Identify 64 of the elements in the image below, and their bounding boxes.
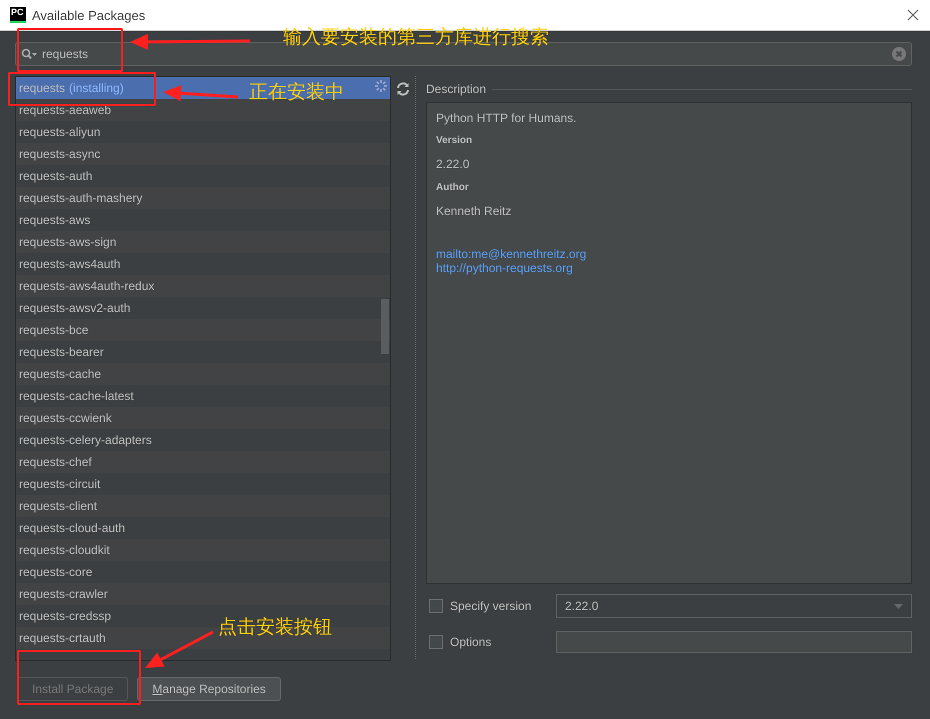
field-label: Version [436, 135, 474, 146]
scrollbar[interactable] [381, 299, 389, 354]
link[interactable]: http://python-requests.org [436, 261, 902, 275]
package-status: (installing) [69, 81, 124, 95]
package-name: requests-aws4auth [19, 257, 120, 271]
package-item[interactable]: requests-chef [16, 451, 390, 473]
search-input[interactable]: requests [40, 46, 889, 62]
package-name: requests-credssp [19, 609, 112, 623]
package-summary: Python HTTP for Humans. [436, 111, 578, 125]
spinner-icon [374, 79, 388, 93]
package-name: requests-aliyun [19, 125, 100, 139]
checkbox[interactable] [429, 599, 443, 613]
option-label: Options [450, 635, 492, 649]
package-name: requests-aws4auth-redux [19, 279, 154, 293]
checkbox[interactable] [429, 635, 443, 649]
search-icon [21, 48, 37, 60]
package-name: requests-chef [19, 455, 92, 469]
package-item[interactable]: requests-auth-mashery [16, 187, 390, 209]
package-item[interactable]: requests-bce [16, 319, 390, 341]
package-name: requests-auth-mashery [19, 191, 142, 205]
field-label: Author [436, 182, 470, 193]
package-name: requests-celery-adapters [19, 433, 152, 447]
version-dropdown[interactable]: 2.22.0 [556, 594, 912, 618]
package-name: requests-core [19, 565, 92, 579]
field-value: 2.22.0 [436, 157, 470, 171]
option-label: Specify version [450, 599, 532, 613]
package-name: requests-bearer [19, 345, 104, 359]
package-name: requests [19, 81, 66, 95]
package-name: requests-aws-sign [19, 235, 116, 249]
package-item[interactable]: requests-aeaweb [16, 99, 390, 121]
package-name: requests-aeaweb [19, 103, 112, 117]
package-name: requests-async [19, 147, 100, 161]
package-name: requests-crtauth [19, 631, 106, 645]
package-name: requests-cache-latest [19, 389, 134, 403]
package-name: requests-awsv2-auth [19, 301, 130, 315]
package-item[interactable]: requests-ccwienk [16, 407, 390, 429]
package-name: requests-cache [19, 367, 102, 381]
package-name: requests-cloudkit [19, 543, 110, 557]
package-item[interactable]: requests-crawler [16, 583, 390, 605]
package-item[interactable]: requests-cloudkit [16, 539, 390, 561]
window-title: Available Packages [32, 8, 146, 22]
package-name: requests-client [19, 499, 98, 513]
manage-repositories-button[interactable]: Manage Repositories [137, 677, 281, 701]
clear-icon[interactable] [892, 47, 906, 61]
package-item[interactable]: requests-async [16, 143, 390, 165]
package-name: requests-ccwienk [19, 411, 112, 425]
package-name: requests-crawler [19, 587, 108, 601]
close-button[interactable] [906, 8, 920, 22]
link[interactable]: mailto:me@kennethreitz.org [436, 247, 902, 261]
package-item[interactable]: requests-aws4auth-redux [16, 275, 390, 297]
package-item[interactable]: requests-cache [16, 363, 390, 385]
package-name: requests-aws [19, 213, 90, 227]
package-item[interactable]: requests-client [16, 495, 390, 517]
caret-icon [894, 604, 903, 608]
package-item[interactable]: requests-aws-sign [16, 231, 390, 253]
package-name: requests-bce [19, 323, 88, 337]
section-heading: Description [426, 82, 486, 96]
app-logo: PC [10, 7, 26, 23]
package-name: requests-cloud-auth [19, 521, 126, 535]
refresh-icon[interactable] [396, 82, 410, 96]
package-name: requests-auth [19, 169, 92, 183]
options-field[interactable] [556, 631, 912, 653]
package-name: requests-circuit [19, 477, 100, 491]
field-value: Kenneth Reitz [436, 204, 512, 218]
